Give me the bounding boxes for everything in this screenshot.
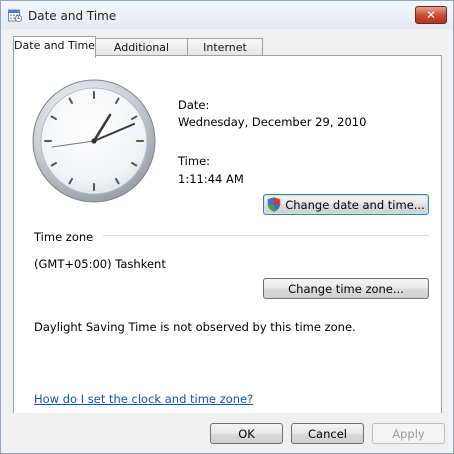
- apply-label: Apply: [392, 426, 425, 441]
- tab-panel: Date: Wednesday, December 29, 2010 Time:…: [13, 55, 442, 415]
- date-value: Wednesday, December 29, 2010: [178, 115, 367, 129]
- cancel-label: Cancel: [308, 426, 347, 441]
- uac-shield-icon: [267, 197, 281, 212]
- ok-label: OK: [238, 426, 255, 441]
- time-value: 1:11:44 AM: [178, 172, 244, 186]
- date-label: Date:: [178, 98, 210, 112]
- apply-button[interactable]: Apply: [372, 423, 445, 444]
- date-time-dialog: Date and Time ✕ Date and Time Additional…: [0, 0, 454, 454]
- cancel-button[interactable]: Cancel: [291, 423, 364, 444]
- tab-additional-clocks[interactable]: Additional Clocks: [95, 38, 188, 71]
- time-zone-value: (GMT+05:00) Tashkent: [34, 257, 166, 271]
- tab-label: Date and Time: [14, 39, 95, 52]
- title-bar[interactable]: Date and Time ✕: [1, 1, 453, 29]
- change-date-and-time-label: Change date and time...: [285, 197, 425, 212]
- tab-date-and-time[interactable]: Date and Time: [13, 36, 96, 58]
- tab-internet-time[interactable]: Internet Time: [187, 38, 263, 71]
- time-zone-divider: [103, 235, 429, 236]
- help-link[interactable]: How do I set the clock and time zone?: [34, 392, 253, 406]
- time-label: Time:: [178, 154, 211, 168]
- time-zone-heading: Time zone: [34, 230, 94, 244]
- analog-clock-icon: [32, 79, 156, 203]
- calendar-clock-icon: [8, 9, 22, 22]
- close-button[interactable]: ✕: [415, 6, 447, 24]
- window-title: Date and Time: [28, 9, 117, 23]
- dst-note: Daylight Saving Time is not observed by …: [34, 320, 356, 334]
- ok-button[interactable]: OK: [210, 423, 283, 444]
- change-date-and-time-button[interactable]: Change date and time...: [263, 194, 429, 215]
- change-time-zone-button[interactable]: Change time zone...: [263, 278, 429, 299]
- dialog-footer: OK Cancel Apply: [1, 413, 453, 453]
- close-icon: ✕: [425, 8, 437, 22]
- change-time-zone-label: Change time zone...: [288, 281, 404, 296]
